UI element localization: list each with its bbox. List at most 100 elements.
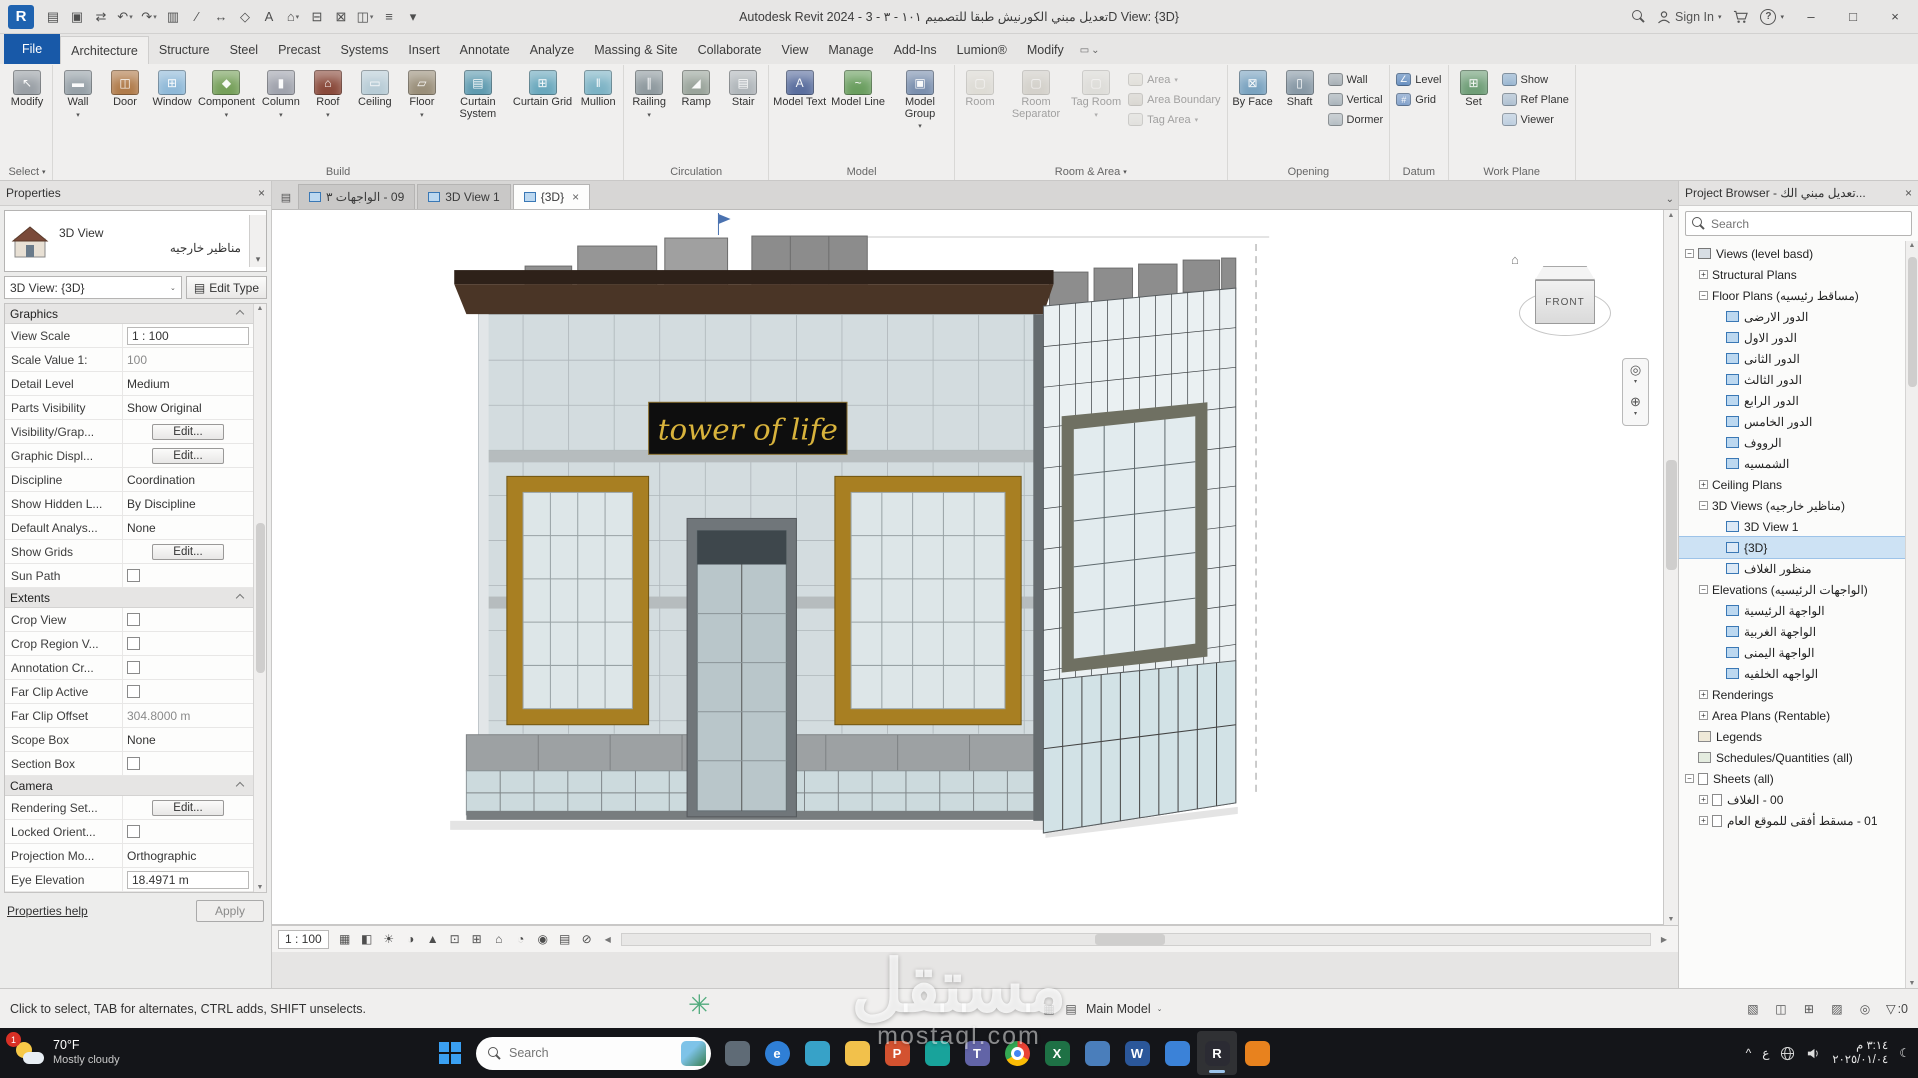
tag-area-dropdown-icon[interactable]: ▾	[1195, 116, 1199, 124]
set-button[interactable]: ⊞ Set	[1451, 66, 1497, 110]
detail-level-icon[interactable]: ▦	[335, 929, 355, 949]
tree-item-node-20[interactable]: الواجهه الخلفيه	[1679, 663, 1905, 684]
room-button[interactable]: ▢ Room	[957, 66, 1003, 110]
plus-expander-icon[interactable]: +	[1699, 690, 1708, 699]
thin-lines-icon[interactable]: ≡	[378, 5, 400, 29]
canvas-vertical-scrollbar[interactable]: ▲ ▼	[1663, 210, 1678, 925]
roof-dropdown-icon[interactable]: ▾	[326, 111, 330, 119]
area-boundary-button[interactable]: Area Boundary	[1124, 91, 1224, 108]
discipline-value[interactable]: Coordination	[127, 473, 195, 487]
unlocked-3d-view-icon[interactable]: ⌂	[489, 929, 509, 949]
ribbon-tab-lumion[interactable]: Lumion®	[947, 36, 1017, 64]
component-button[interactable]: ◆ Component ▾	[196, 66, 257, 120]
area-button[interactable]: Area ▾	[1124, 71, 1224, 88]
tree-item-ceiling-plans[interactable]: + Ceiling Plans	[1679, 474, 1905, 495]
show-button[interactable]: Show	[1498, 71, 1573, 88]
sun-path-toggle-icon[interactable]: ☀	[379, 929, 399, 949]
help-button[interactable]: ? ▾	[1760, 8, 1784, 25]
tree-item-01[interactable]: +01 - مسقط أفقى للموقع العام	[1679, 810, 1905, 831]
start-button[interactable]	[430, 1031, 470, 1075]
curtain-system-button[interactable]: ▤ Curtain System	[446, 66, 510, 121]
scroll-left-icon[interactable]: ◀	[600, 930, 616, 948]
default-3d-view-icon[interactable]: ⌂ ▾	[282, 5, 304, 29]
modify-button[interactable]: ↖ Modify	[4, 66, 50, 110]
redo-icon-arrow[interactable]: ▾	[153, 13, 157, 21]
plus-expander-icon[interactable]: +	[1699, 795, 1708, 804]
far-clip-active-checkbox[interactable]	[127, 685, 140, 698]
switch-windows-icon[interactable]: ◫ ▾	[354, 5, 376, 29]
instance-combo[interactable]: 3D View: {3D} ⌄	[4, 276, 182, 299]
minimize-button[interactable]: –	[1796, 4, 1826, 30]
area-dropdown-icon[interactable]: ▾	[1174, 76, 1178, 84]
by-face-button[interactable]: ⊠ By Face	[1230, 66, 1276, 110]
show-grids-edit-button[interactable]: Edit...	[152, 543, 224, 560]
browser-scrollbar[interactable]: ▲ ▼	[1905, 241, 1918, 988]
tree-item-elevations[interactable]: − Elevations (الواجهات الرئيسيه)	[1679, 579, 1905, 600]
close-view-tab-icon[interactable]: ×	[572, 190, 579, 204]
room-separator-button[interactable]: ▢ Room Separator	[1004, 66, 1068, 121]
show-hidden-l-value[interactable]: By Discipline	[127, 497, 196, 511]
ribbon-tab-add-ins[interactable]: Add-Ins	[884, 36, 947, 64]
measure-icon[interactable]: ∕	[186, 5, 208, 29]
view-scale-input[interactable]: 1 : 100	[127, 326, 249, 345]
network-icon[interactable]	[1780, 1046, 1795, 1061]
close-properties-icon[interactable]: ×	[258, 186, 265, 200]
annotation-cr-checkbox[interactable]	[127, 661, 140, 674]
collapse-section-icon[interactable]	[235, 593, 245, 602]
show-rendering-dialog-icon[interactable]: ▲	[423, 929, 443, 949]
tree-item-schedules-quantities-all[interactable]: Schedules/Quantities (all)	[1679, 747, 1905, 768]
minus-expander-icon[interactable]: −	[1685, 249, 1694, 258]
tree-item-floor-plans[interactable]: − Floor Plans (مساقط رئيسيه)	[1679, 285, 1905, 306]
tree-item-node-10[interactable]: الشمسيه	[1679, 453, 1905, 474]
crop-view-icon[interactable]: ⊡	[445, 929, 465, 949]
design-options-status-icon[interactable]: ▤	[1062, 1001, 1080, 1017]
panel-label-opening[interactable]: Opening	[1230, 163, 1388, 180]
undo-icon[interactable]: ↶ ▾	[114, 5, 136, 29]
tree-item-node-9[interactable]: الرووف	[1679, 432, 1905, 453]
scroll-down-icon[interactable]: ▼	[1668, 916, 1675, 923]
shaft-button[interactable]: ▯ Shaft	[1277, 66, 1323, 110]
open-file-icon[interactable]: ▤	[42, 5, 64, 29]
taskbar-search-input[interactable]	[509, 1046, 673, 1060]
tree-item-node-5[interactable]: الدور الثانى	[1679, 348, 1905, 369]
wall-dropdown-icon[interactable]: ▾	[76, 111, 80, 119]
ribbon-tab-massing-site[interactable]: Massing & Site	[584, 36, 687, 64]
component-dropdown-icon[interactable]: ▾	[225, 111, 229, 119]
text-icon[interactable]: A	[258, 5, 280, 29]
customize-qat-icon[interactable]: ▾	[402, 5, 424, 29]
close-button[interactable]: ×	[1880, 4, 1910, 30]
tree-item-views-level-basd[interactable]: − Views (level basd)	[1679, 243, 1905, 264]
redo-icon[interactable]: ↷ ▾	[138, 5, 160, 29]
workset-toggle-icon[interactable]: ◫	[1772, 1001, 1790, 1017]
browser-search-input[interactable]	[1711, 216, 1905, 231]
tree-item-node-6[interactable]: الدور الثالث	[1679, 369, 1905, 390]
taskbar-app-files[interactable]	[717, 1031, 757, 1075]
default-3d-view-icon-arrow[interactable]: ▾	[296, 13, 300, 21]
scroll-right-icon[interactable]: ▶	[1656, 930, 1672, 948]
ribbon-tab-systems[interactable]: Systems	[330, 36, 398, 64]
shadows-toggle-icon[interactable]: ◑	[401, 929, 421, 949]
tree-item-3d[interactable]: {3D}	[1679, 536, 1906, 559]
tree-item-node-19[interactable]: الواجهة اليمنى	[1679, 642, 1905, 663]
canvas-horizontal-scrollbar[interactable]	[620, 932, 1651, 946]
tree-item-00[interactable]: +00 - الغلاف	[1679, 789, 1905, 810]
ribbon-tab-steel[interactable]: Steel	[220, 36, 269, 64]
tree-item-node-4[interactable]: الدور الاول	[1679, 327, 1905, 348]
sun-path-checkbox[interactable]	[127, 569, 140, 582]
level-button[interactable]: ∠ Level	[1392, 71, 1445, 88]
ribbon-tab-modify[interactable]: Modify	[1017, 36, 1074, 64]
minus-expander-icon[interactable]: −	[1699, 585, 1708, 594]
editable-only-icon[interactable]: ▧	[1744, 1001, 1762, 1017]
mullion-button[interactable]: ‖ Mullion	[575, 66, 621, 110]
view-tab-3d-view-1[interactable]: 3D View 1	[417, 184, 511, 209]
stair-button[interactable]: ▤ Stair	[720, 66, 766, 110]
column-dropdown-icon[interactable]: ▾	[279, 111, 283, 119]
viewcube-top-face[interactable]	[1535, 266, 1595, 280]
pan-icon[interactable]: ⊕ ▾	[1630, 395, 1641, 420]
ribbon-tab-architecture[interactable]: Architecture	[60, 36, 149, 64]
tree-item-node-18[interactable]: الواجهة الغربية	[1679, 621, 1905, 642]
type-selector-dropdown-icon[interactable]: ▾	[249, 215, 266, 267]
reveal-hidden-elements-icon[interactable]: ◉	[533, 929, 553, 949]
file-tab[interactable]: File	[4, 34, 61, 64]
properties-scrollbar[interactable]: ▲ ▼	[253, 304, 266, 892]
